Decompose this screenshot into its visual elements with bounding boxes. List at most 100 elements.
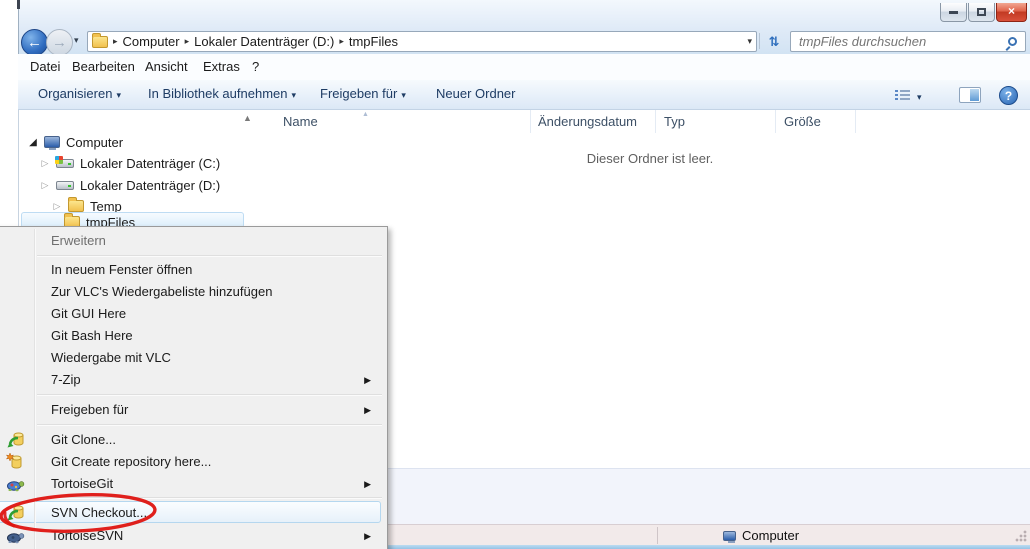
breadcrumb-segment-tmpfiles[interactable]: tmpFiles: [349, 34, 398, 49]
menu-item-erweitern[interactable]: Erweitern: [0, 230, 385, 252]
submenu-arrow-icon: ▶: [364, 375, 371, 385]
tree-item-label: Lokaler Datenträger (C:): [80, 155, 221, 171]
submenu-arrow-icon: ▶: [364, 479, 371, 489]
menu-datei[interactable]: Datei: [30, 59, 60, 74]
help-button[interactable]: ?: [999, 86, 1018, 105]
menu-separator: [37, 424, 382, 425]
menu-item-7zip[interactable]: 7-Zip ▶: [0, 369, 385, 391]
context-menu: Erweitern In neuem Fenster öffnen Zur VL…: [0, 226, 388, 549]
menu-bar: Datei Bearbeiten Ansicht Extras ?: [18, 54, 1030, 80]
menu-item-open-new-window[interactable]: In neuem Fenster öffnen: [0, 259, 385, 281]
column-header-row: Name ▲ Änderungsdatum Typ Größe: [255, 110, 1030, 133]
menu-item-git-clone[interactable]: Git Clone...: [0, 429, 385, 451]
svn-checkout-icon: [7, 505, 24, 521]
submenu-arrow-icon: ▶: [364, 531, 371, 541]
menu-bearbeiten[interactable]: Bearbeiten: [72, 59, 135, 74]
folder-icon: [92, 32, 108, 48]
menu-item-tortoisesvn[interactable]: TortoiseSVN ▶: [0, 525, 385, 547]
menu-item-label: Erweitern: [51, 233, 106, 248]
chevron-down-icon: ▾: [401, 90, 406, 100]
tree-item-label: Computer: [66, 134, 124, 150]
column-divider[interactable]: [775, 110, 776, 133]
refresh-button[interactable]: ⇅: [762, 33, 786, 51]
forward-button[interactable]: →: [46, 29, 73, 56]
menu-item-label: In neuem Fenster öffnen: [51, 262, 193, 277]
chevron-down-icon: ▾: [747, 36, 752, 46]
column-header-date[interactable]: Änderungsdatum: [538, 114, 637, 129]
organize-button[interactable]: Organisieren ▾: [38, 86, 121, 101]
address-history-dropdown[interactable]: ▾: [747, 36, 752, 47]
back-icon: ←: [27, 34, 42, 51]
address-bar[interactable]: ▸ Computer ▸ Lokaler Datenträger (D:) ▸ …: [87, 31, 757, 52]
maximize-button[interactable]: [968, 3, 995, 22]
tree-item-computer[interactable]: ◢ Computer: [28, 132, 123, 152]
menu-item-share-with[interactable]: Freigeben für ▶: [0, 399, 385, 421]
help-icon: ?: [1004, 89, 1013, 103]
column-divider[interactable]: [530, 110, 531, 133]
refresh-icon: ⇅: [768, 34, 780, 49]
tree-expanded-icon[interactable]: ◢: [28, 137, 38, 148]
share-with-button[interactable]: Freigeben für ▾: [320, 86, 406, 101]
back-button[interactable]: ←: [21, 29, 48, 56]
menu-hilfe[interactable]: ?: [252, 59, 259, 74]
include-in-library-button[interactable]: In Bibliothek aufnehmen ▾: [148, 86, 296, 101]
tortoisesvn-icon: [7, 533, 25, 544]
menu-item-label: Git Clone...: [51, 432, 117, 447]
menu-item-git-create-repo[interactable]: Git Create repository here...: [0, 451, 385, 473]
search-input[interactable]: [797, 33, 1008, 50]
menu-item-svn-checkout[interactable]: SVN Checkout...: [0, 501, 385, 524]
scroll-up-arrow[interactable]: ▲: [243, 113, 252, 123]
menu-item-play-with-vlc[interactable]: Wiedergabe mit VLC: [0, 347, 385, 369]
command-toolbar: Organisieren ▾ In Bibliothek aufnehmen ▾ F…: [18, 80, 1030, 110]
tree-item-drive-d[interactable]: ▷ Lokaler Datenträger (D:): [40, 175, 221, 195]
menu-item-git-bash-here[interactable]: Git Bash Here: [0, 325, 385, 347]
scroll-up-icon: ▲: [243, 113, 252, 123]
tree-collapsed-icon[interactable]: ▷: [40, 180, 50, 191]
menu-item-label: 7-Zip: [51, 372, 81, 387]
menu-item-label: TortoiseSVN: [51, 528, 124, 543]
organize-label: Organisieren: [38, 86, 113, 101]
menu-ansicht[interactable]: Ansicht: [145, 59, 188, 74]
menu-item-vlc-playlist[interactable]: Zur VLC's Wiedergabeliste hinzufügen: [0, 281, 385, 303]
breadcrumb-segment-computer[interactable]: Computer: [123, 34, 180, 49]
breadcrumb: ▸ Computer ▸ Lokaler Datenträger (D:) ▸ …: [113, 34, 398, 49]
menu-item-label: TortoiseGit: [51, 476, 114, 491]
minimize-icon: [949, 11, 958, 14]
column-header-size[interactable]: Größe: [784, 114, 821, 129]
tree-item-label: Lokaler Datenträger (D:): [80, 177, 221, 193]
menu-item-tortoisegit[interactable]: TortoiseGit ▶: [0, 473, 385, 495]
share-label: Freigeben für: [320, 86, 398, 101]
status-location: Computer: [723, 528, 799, 543]
search-box[interactable]: [790, 31, 1026, 52]
preview-pane-button[interactable]: [959, 87, 981, 106]
breadcrumb-arrow-icon: ▸: [113, 36, 118, 46]
search-icon: [1008, 37, 1017, 46]
close-icon: ×: [1007, 4, 1015, 18]
recent-pages-dropdown[interactable]: ▾: [74, 35, 79, 46]
tree-item-drive-c[interactable]: ▷ Lokaler Datenträger (C:): [40, 153, 220, 173]
new-folder-button[interactable]: Neuer Ordner: [436, 86, 515, 101]
menu-item-label: Zur VLC's Wiedergabeliste hinzufügen: [51, 284, 273, 299]
column-divider[interactable]: [855, 110, 856, 133]
menu-item-git-gui-here[interactable]: Git GUI Here: [0, 303, 385, 325]
computer-icon: [723, 530, 736, 543]
chevron-down-icon: ▾: [917, 92, 922, 102]
minimize-button[interactable]: [940, 3, 967, 22]
menu-separator: [37, 497, 382, 498]
tree-collapsed-icon[interactable]: ▷: [52, 201, 62, 212]
change-view-button[interactable]: ▾: [895, 88, 922, 103]
chevron-down-icon: ▾: [116, 90, 121, 100]
status-location-label: Computer: [742, 528, 800, 543]
column-divider[interactable]: [655, 110, 656, 133]
drive-c-icon: [54, 155, 74, 168]
breadcrumb-segment-drive-d[interactable]: Lokaler Datenträger (D:): [194, 34, 334, 49]
tree-collapsed-icon[interactable]: ▷: [40, 158, 50, 169]
resize-grip[interactable]: [1015, 530, 1027, 542]
column-header-type[interactable]: Typ: [664, 114, 685, 129]
menu-item-label: Freigeben für: [51, 402, 129, 417]
column-header-name[interactable]: Name: [283, 114, 318, 129]
menu-extras[interactable]: Extras: [203, 59, 240, 74]
new-folder-label: Neuer Ordner: [436, 86, 516, 101]
close-button[interactable]: ×: [996, 3, 1027, 22]
git-clone-icon: [7, 432, 24, 448]
